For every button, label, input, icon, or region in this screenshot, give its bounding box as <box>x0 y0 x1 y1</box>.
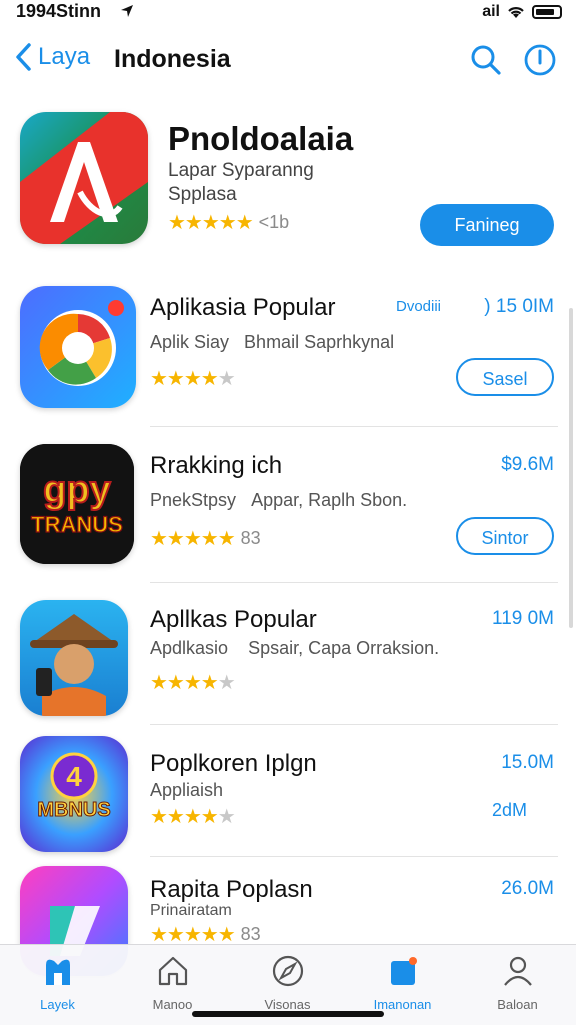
app-subtitle-right: Bhmail Saprhkynal <box>244 332 395 352</box>
status-bar: 1994Stinn ail <box>0 0 576 24</box>
app-size: 15.0M <box>501 752 554 773</box>
divider <box>150 582 558 583</box>
svg-text:gpy: gpy <box>43 469 111 511</box>
svg-text:TRANUS: TRANUS <box>31 512 123 537</box>
person-icon <box>503 956 532 986</box>
tab-home[interactable]: Manoo <box>115 953 230 1012</box>
tab-label: Imanonan <box>373 997 432 1012</box>
featured-app[interactable]: Pnoldoalaia Lapar Syparanng Spplasa ★★★★… <box>0 108 576 258</box>
app-subtitle: Aplik Siay Bhmail Saprhkynal <box>150 332 394 353</box>
list-item[interactable]: gpy TRANUS Rrakking ich PnekStpsy Appar,… <box>0 444 576 574</box>
divider <box>150 426 558 427</box>
tab-label: Layek <box>40 997 75 1012</box>
app-subtitle: PnekStpsy Appar, Raplh Sbon. <box>150 490 407 511</box>
navigation-bar: Laya Indonesia <box>0 36 576 86</box>
tab-label: Manoo <box>152 997 193 1012</box>
wifi-icon <box>508 7 524 18</box>
app-action-button[interactable]: Sasel <box>456 358 554 396</box>
page-title: Indonesia <box>114 45 231 73</box>
app-subtitle: Prinairatam <box>150 902 232 919</box>
rating-stars: ★★★★ <box>150 368 219 390</box>
rating-count: 83 <box>240 528 261 548</box>
app-subtitle-left: Apdlkasio <box>150 638 229 658</box>
rating-stars: ★★★★★ <box>168 212 254 234</box>
svg-text:4: 4 <box>66 761 82 792</box>
featured-get-button[interactable]: Fanineg <box>420 204 554 246</box>
app-icon-game-badge: 4 MBNUS <box>20 736 128 852</box>
app-rating: ★★★★★ 83 <box>150 526 261 551</box>
app-icon-character <box>20 600 128 716</box>
app-name: Poplkoren Iplgn <box>150 750 317 777</box>
divider <box>150 856 558 857</box>
app-size: $9.6M <box>501 454 554 475</box>
app-size: 119 0M <box>492 608 554 629</box>
list-item[interactable]: 4 MBNUS Poplkoren Iplgn Appliaish 15.0M … <box>0 736 576 856</box>
tab-explore[interactable]: Visonas <box>230 953 345 1012</box>
apps-icon <box>390 957 417 985</box>
rating-stars: ★★★★ <box>150 672 219 694</box>
list-item[interactable]: Apllkas Popular Apdlkasio Spsair, Capa O… <box>0 600 576 720</box>
search-icon[interactable] <box>468 42 504 78</box>
app-subtitle: Appliaish <box>150 780 224 800</box>
featured-rating: ★★★★★ <1b <box>168 210 289 235</box>
scrollbar[interactable] <box>569 308 573 628</box>
tab-today[interactable]: Layek <box>0 953 115 1012</box>
compass-icon <box>272 955 303 987</box>
battery-icon <box>532 5 562 19</box>
rating-stars-empty: ★ <box>217 368 236 390</box>
home-indicator <box>192 1011 384 1017</box>
featured-app-category: Spplasa <box>168 184 237 205</box>
app-icon-photos <box>20 286 136 408</box>
featured-app-icon <box>20 112 148 244</box>
app-subtitle-left: PnekStpsy <box>150 490 237 510</box>
app-name: Aplikasia Popular <box>150 294 336 321</box>
rating-stars-empty: ★ <box>217 672 236 694</box>
today-icon <box>45 959 70 985</box>
featured-app-subtitle: Lapar Syparanng <box>168 160 314 181</box>
info-icon[interactable] <box>522 42 558 78</box>
list-item[interactable]: Rapita Poplasn Prinairatam 26.0M ★★★★★ 8… <box>0 866 576 976</box>
app-rating: ★★★★ ★ <box>150 670 236 695</box>
svg-text:MBNUS: MBNUS <box>37 799 110 821</box>
app-size: 26.0M <box>501 878 554 899</box>
tab-profile[interactable]: Baloan <box>460 953 575 1012</box>
rating-count: 83 <box>240 924 261 944</box>
app-name: Rrakking ich <box>150 452 283 479</box>
app-action-button[interactable]: Sintor <box>456 517 554 555</box>
app-rating: ★★★★ ★ <box>150 366 236 391</box>
rating-count: <1b <box>258 212 290 232</box>
app-name: Rapita Poplasn <box>150 876 313 903</box>
chevron-left-icon <box>16 43 31 71</box>
app-size: ) 15 0IM <box>484 296 554 317</box>
app-subtitle: Apdlkasio Spsair, Capa Orraksion. <box>150 638 439 659</box>
list-item[interactable]: Aplikasia Popular Aplik Siay Bhmail Sapr… <box>0 286 576 416</box>
app-subtitle-right: Appar, Raplh Sbon. <box>251 490 408 510</box>
rating-stars-empty: ★ <box>217 806 236 828</box>
featured-app-title: Pnoldoalaia <box>168 120 354 157</box>
tab-label: Visonas <box>264 997 311 1012</box>
location-arrow-icon <box>121 5 133 17</box>
app-icon-game: gpy TRANUS <box>20 444 134 564</box>
app-tag: Dvodiii <box>396 298 442 315</box>
app-subtitle-right: Spsair, Capa Orraksion. <box>248 638 440 658</box>
status-time: 1994Stinn <box>16 1 102 21</box>
back-label: Laya <box>38 43 91 70</box>
back-button[interactable]: Laya <box>14 42 90 72</box>
rating-stars: ★★★★ <box>150 806 219 828</box>
home-icon <box>158 956 187 986</box>
status-right: ail <box>482 3 562 21</box>
signal-label: ail <box>482 3 500 20</box>
rating-stars: ★★★★★ <box>150 528 236 550</box>
tab-label: Baloan <box>497 997 538 1012</box>
app-size-secondary: 2dM <box>492 800 528 820</box>
app-name: Apllkas Popular <box>150 606 317 633</box>
tab-apps[interactable]: Imanonan <box>345 953 460 1012</box>
app-rating: ★★★★ ★ <box>150 804 236 829</box>
app-subtitle-left: Aplik Siay <box>150 332 230 352</box>
divider <box>150 724 558 725</box>
